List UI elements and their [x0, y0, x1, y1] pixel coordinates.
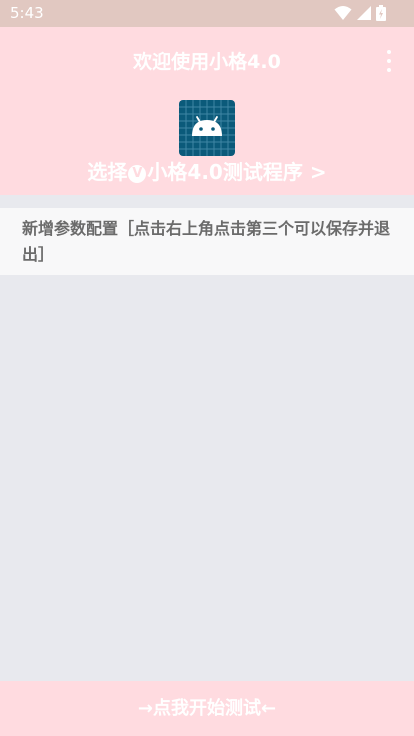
more-vert-icon[interactable] — [386, 50, 392, 72]
status-icons — [334, 5, 386, 21]
start-test-button[interactable]: →点我开始测试← — [0, 681, 414, 736]
cellular-signal-icon — [357, 6, 371, 20]
wifi-icon — [334, 6, 352, 20]
android-app-icon — [179, 100, 235, 156]
app-header: 欢迎使用小格4.0 选择 V 小格4.0测试程序 > — [0, 27, 414, 195]
battery-icon — [376, 5, 386, 21]
select-prefix: 选择 — [87, 160, 128, 184]
select-test-program-link[interactable]: 选择 V 小格4.0测试程序 > — [0, 156, 414, 185]
status-time: 5:43 — [10, 4, 44, 22]
app-title: 欢迎使用小格4.0 — [133, 51, 281, 73]
v-badge-icon: V — [128, 165, 147, 183]
select-suffix: 小格4.0测试程序 > — [147, 160, 327, 184]
list-item-add-config[interactable]: 新增参数配置［点击右上角点击第三个可以保存并退出］ — [0, 208, 414, 275]
status-bar: 5:43 — [0, 0, 414, 27]
